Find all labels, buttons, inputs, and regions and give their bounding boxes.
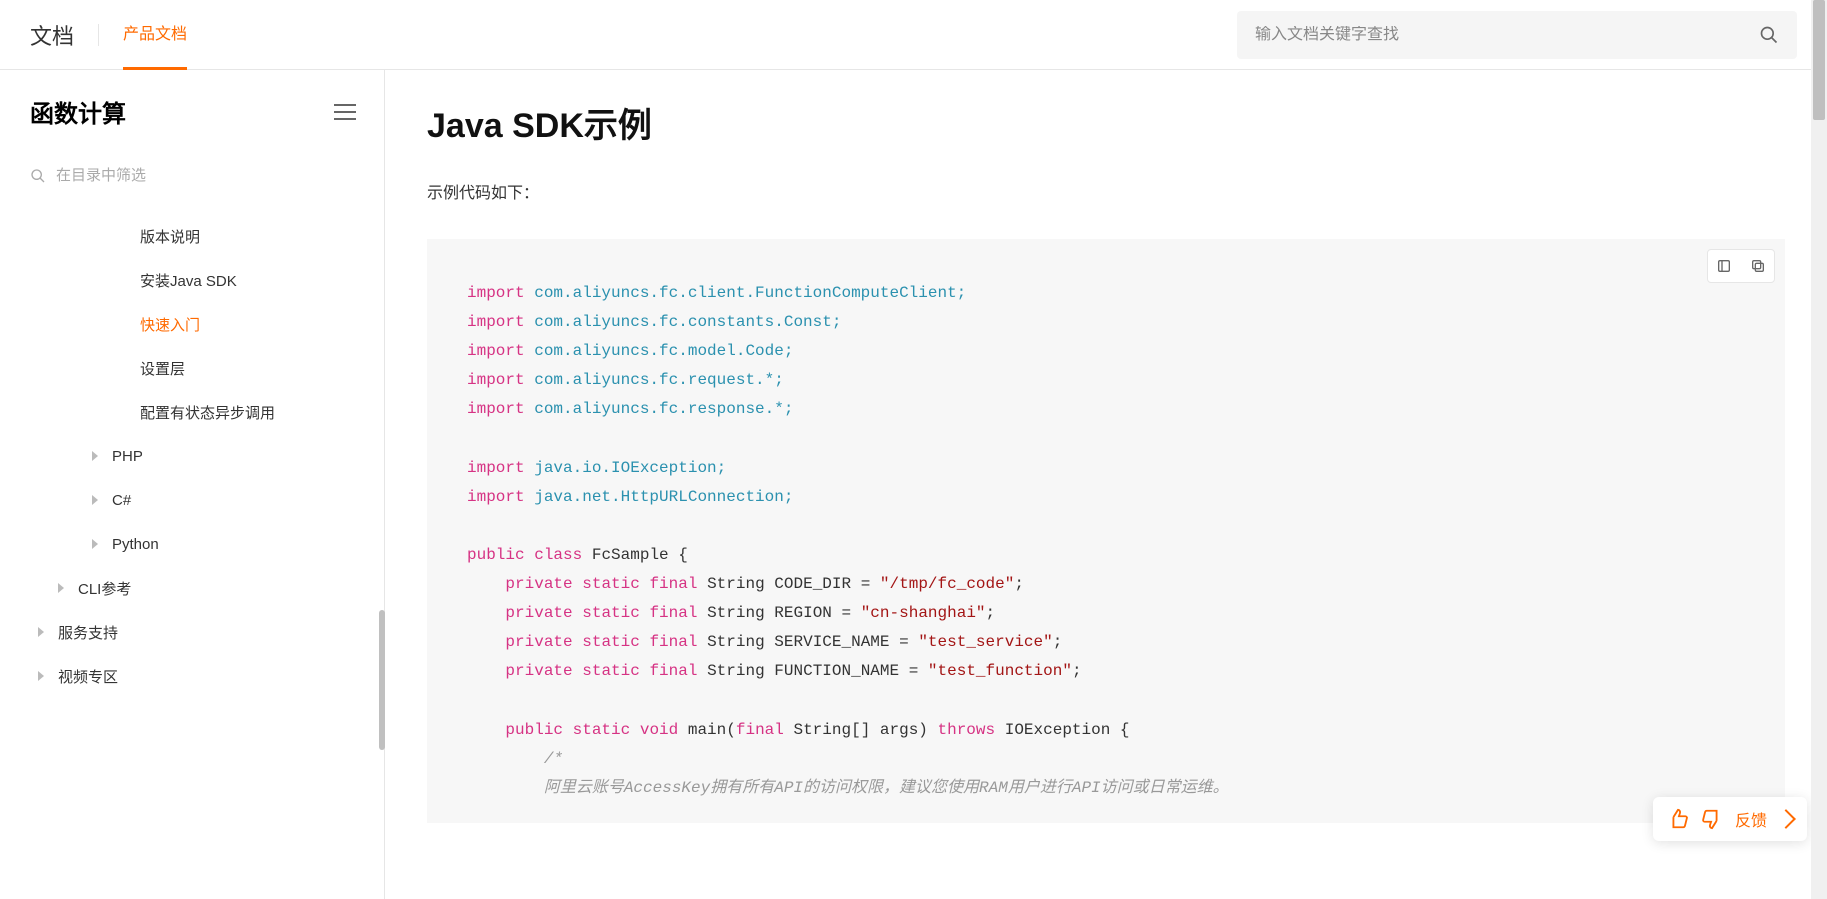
search-icon: [30, 168, 46, 184]
sidebar-item[interactable]: 配置有状态异步调用: [30, 390, 384, 434]
sidebar-item-label: C#: [112, 492, 131, 509]
sidebar-item-label: 快速入门: [140, 314, 200, 335]
sidebar-filter[interactable]: [30, 167, 384, 184]
brand-divider: [98, 24, 99, 46]
thumbs-up-icon[interactable]: [1667, 808, 1689, 830]
sidebar-title-row: 函数计算: [30, 94, 384, 129]
intro-text: 示例代码如下：: [427, 179, 1785, 203]
code-content: import com.aliyuncs.fc.client.FunctionCo…: [427, 257, 1785, 823]
sidebar: 函数计算 版本说明安装Java SDK 快速入门设置层配置有状态异步调用 PHP C#…: [0, 70, 385, 899]
expand-icon: [1716, 258, 1732, 274]
sidebar-item-label: 设置层: [140, 358, 185, 379]
top-header: 文档 产品文档: [0, 0, 1827, 70]
page-scrollbar[interactable]: [1811, 0, 1827, 899]
tab-product-docs[interactable]: 产品文档: [123, 0, 187, 70]
sidebar-item-label: 安装Java SDK: [140, 270, 237, 291]
code-block: import com.aliyuncs.fc.client.FunctionCo…: [427, 239, 1785, 823]
page-title: Java SDK示例: [427, 98, 1785, 147]
thumbs-down-icon[interactable]: [1701, 808, 1723, 830]
sidebar-filter-input[interactable]: [56, 167, 364, 184]
search-icon: [1759, 25, 1779, 45]
content-area[interactable]: Java SDK示例 示例代码如下： import com.aliyuncs.f…: [385, 70, 1827, 899]
chevron-right-icon: [58, 583, 64, 593]
global-search-input[interactable]: [1255, 26, 1759, 44]
sidebar-item[interactable]: 视频专区: [30, 654, 384, 698]
sidebar-item[interactable]: PHP: [30, 434, 384, 478]
sidebar-title: 函数计算: [30, 94, 126, 129]
sidebar-item[interactable]: 安装Java SDK: [30, 258, 384, 302]
code-toolbar: [1707, 249, 1775, 283]
brand-label: 文档: [30, 19, 74, 51]
sidebar-tree[interactable]: 版本说明安装Java SDK 快速入门设置层配置有状态异步调用 PHP C# Pytho…: [30, 214, 384, 899]
sidebar-item[interactable]: 服务支持: [30, 610, 384, 654]
sidebar-item-label: PHP: [112, 448, 143, 465]
sidebar-item-label: 版本说明: [140, 226, 200, 247]
sidebar-item[interactable]: Python: [30, 522, 384, 566]
copy-code-button[interactable]: [1746, 254, 1770, 278]
sidebar-collapse-icon[interactable]: [334, 104, 356, 120]
chevron-right-icon: [38, 671, 44, 681]
sidebar-item-label: CLI参考: [78, 578, 131, 599]
page-scrollbar-thumb[interactable]: [1813, 0, 1825, 120]
expand-code-button[interactable]: [1712, 254, 1736, 278]
sidebar-item[interactable]: 版本说明: [30, 214, 384, 258]
sidebar-item[interactable]: C#: [30, 478, 384, 522]
chevron-right-icon: [1776, 809, 1796, 829]
sidebar-item[interactable]: 快速入门: [30, 302, 384, 346]
copy-icon: [1750, 258, 1766, 274]
chevron-right-icon: [92, 539, 98, 549]
sidebar-item-label: 服务支持: [58, 622, 118, 643]
sidebar-item-label: 配置有状态异步调用: [140, 402, 275, 423]
sidebar-item[interactable]: CLI参考: [30, 566, 384, 610]
main-area: 函数计算 版本说明安装Java SDK 快速入门设置层配置有状态异步调用 PHP C#…: [0, 70, 1827, 899]
chevron-right-icon: [92, 495, 98, 505]
global-search[interactable]: [1237, 11, 1797, 59]
sidebar-item[interactable]: 设置层: [30, 346, 384, 390]
sidebar-item-label: Python: [112, 536, 159, 553]
feedback-label: 反馈: [1735, 807, 1767, 831]
sidebar-item-label: 视频专区: [58, 666, 118, 687]
chevron-right-icon: [92, 451, 98, 461]
chevron-right-icon: [38, 627, 44, 637]
feedback-card[interactable]: 反馈: [1653, 797, 1807, 841]
